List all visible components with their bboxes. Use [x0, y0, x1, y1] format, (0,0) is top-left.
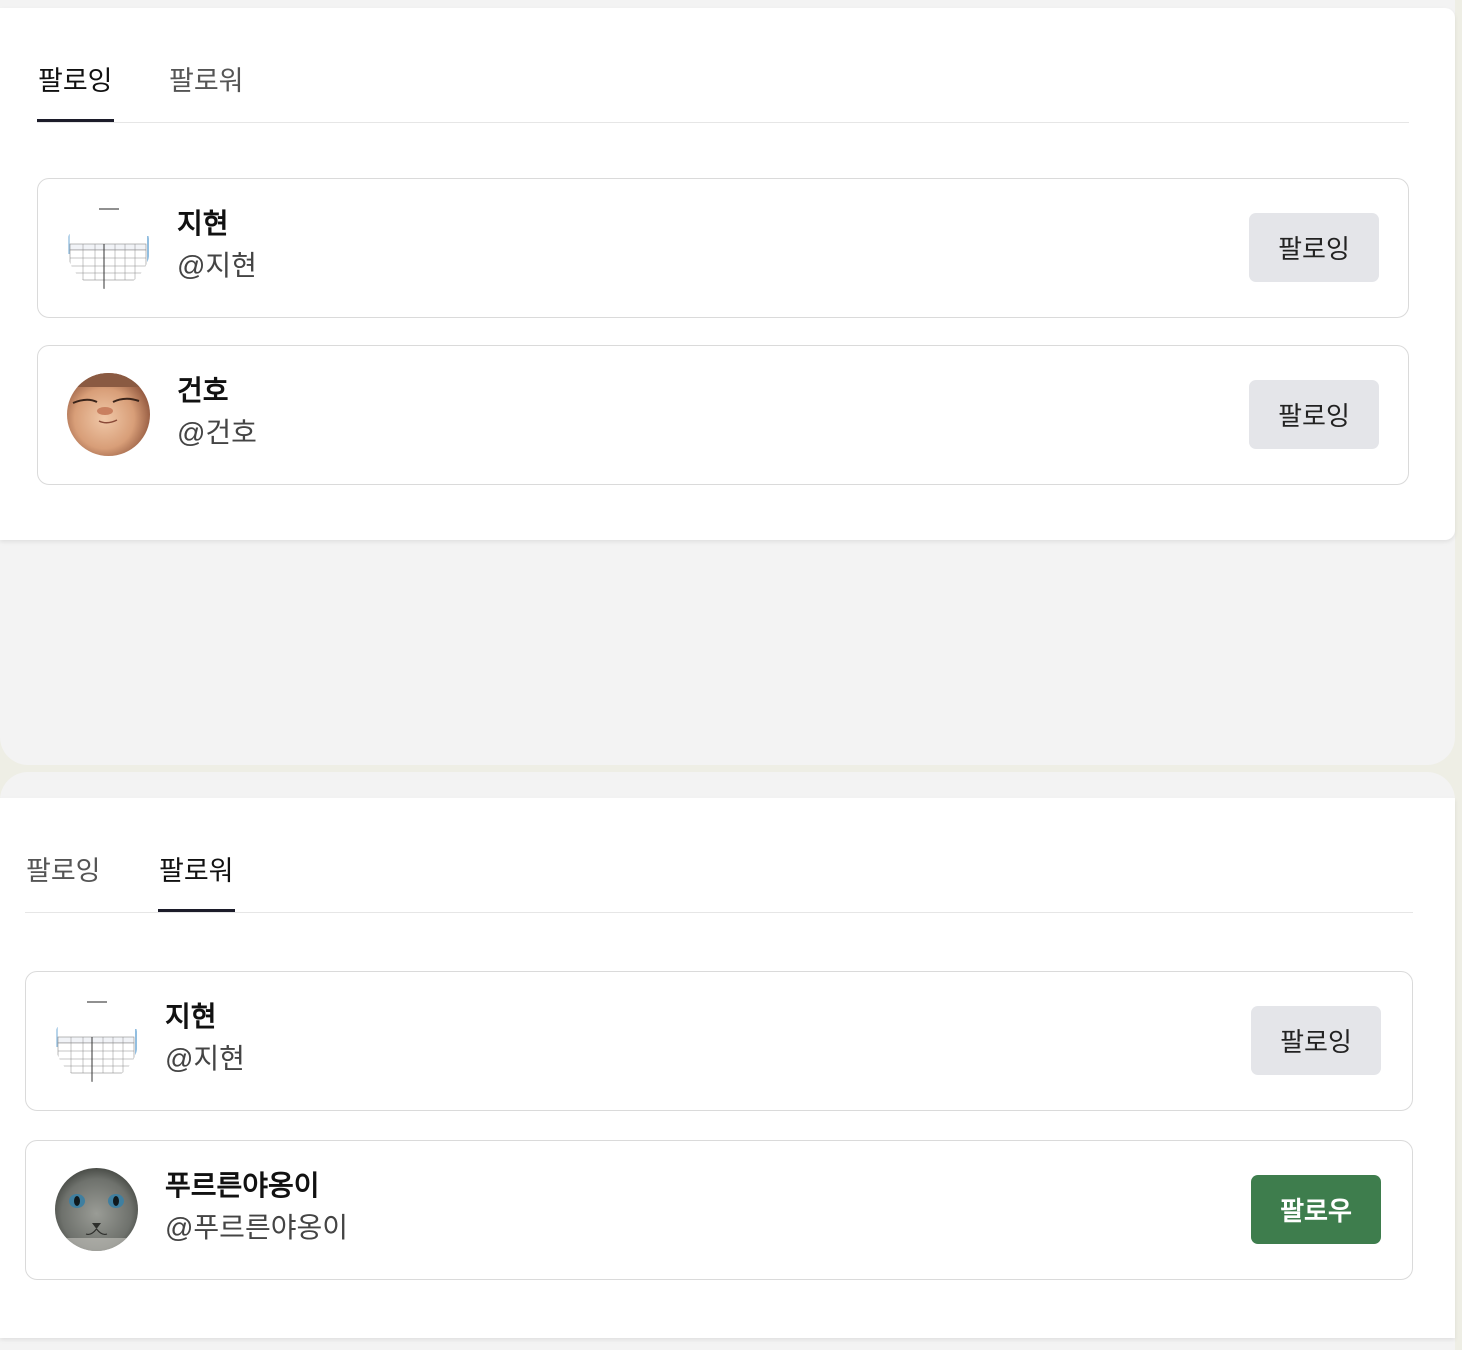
- follow-button[interactable]: 팔로우: [1251, 1175, 1381, 1244]
- following-button[interactable]: 팔로잉: [1251, 1006, 1381, 1075]
- following-button-label: 팔로잉: [1278, 234, 1350, 264]
- following-button[interactable]: 팔로잉: [1249, 380, 1379, 449]
- user-name[interactable]: 푸르른야옹이: [165, 1169, 320, 1203]
- following-button[interactable]: 팔로잉: [1249, 213, 1379, 282]
- following-button-label: 팔로잉: [1280, 1027, 1352, 1057]
- tab-followers[interactable]: 팔로워: [158, 854, 235, 912]
- tab-following[interactable]: 팔로잉: [37, 64, 114, 122]
- user-handle: @건호: [177, 417, 257, 448]
- user-card[interactable]: 건호 @건호 팔로잉: [37, 345, 1409, 485]
- user-name[interactable]: 지현: [177, 207, 229, 241]
- user-card[interactable]: 지현 @지현 팔로잉: [25, 971, 1413, 1111]
- sheet-avatar[interactable]: [67, 206, 150, 289]
- user-handle: @지현: [177, 250, 257, 281]
- sheet-avatar-image: [55, 999, 138, 1082]
- face-avatar[interactable]: [67, 373, 150, 456]
- cat-avatar[interactable]: [55, 1168, 138, 1251]
- following-button-label: 팔로잉: [1278, 401, 1350, 431]
- cat-avatar-image: [55, 1168, 138, 1251]
- user-handle: @푸르른야옹이: [165, 1212, 348, 1243]
- user-card[interactable]: 지현 @지현 팔로잉: [37, 178, 1409, 318]
- user-card[interactable]: 푸르른야옹이 @푸르른야옹이 팔로우: [25, 1140, 1413, 1280]
- following-panel: 팔로잉 팔로워 지현 @지현 팔로잉 건호 @건호 팔로잉: [0, 8, 1455, 540]
- sheet-avatar[interactable]: [55, 999, 138, 1082]
- face-avatar-image: [67, 373, 150, 456]
- user-name[interactable]: 지현: [165, 1000, 217, 1034]
- user-name[interactable]: 건호: [177, 374, 229, 408]
- followers-panel: 팔로잉 팔로워 지현 @지현 팔로잉 푸르른야옹이 @푸르른야옹이 팔로우: [0, 798, 1455, 1338]
- tab-following[interactable]: 팔로잉: [25, 854, 102, 912]
- follow-button-label: 팔로우: [1280, 1196, 1352, 1226]
- user-handle: @지현: [165, 1043, 245, 1074]
- tab-followers[interactable]: 팔로워: [168, 64, 245, 122]
- tab-bar: 팔로잉 팔로워: [25, 798, 1413, 913]
- sheet-avatar-image: [67, 206, 150, 289]
- tab-bar: 팔로잉 팔로워: [37, 8, 1409, 123]
